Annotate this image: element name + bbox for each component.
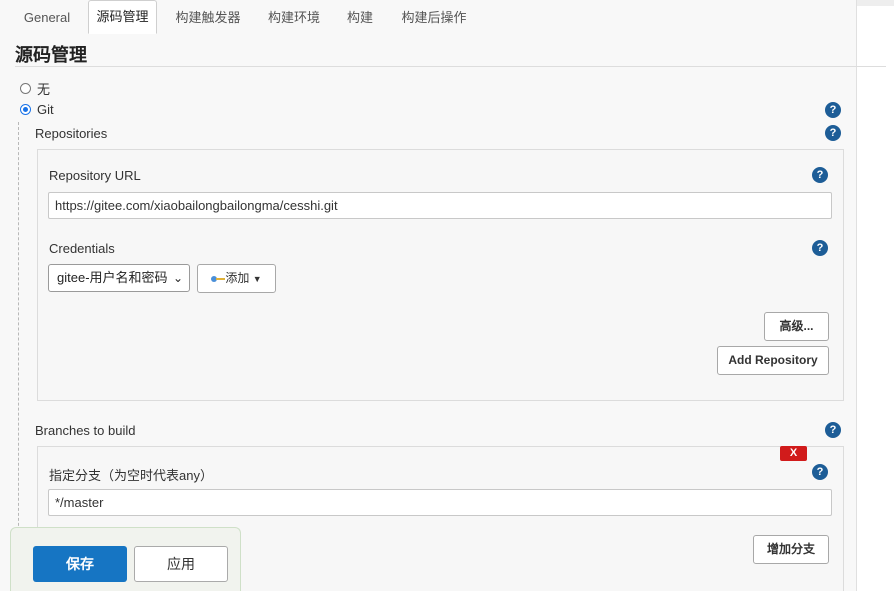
repositories-label: Repositories (35, 126, 108, 141)
add-credentials-label: 添加 (225, 271, 250, 285)
help-icon[interactable]: ? (812, 240, 828, 256)
delete-branch-button[interactable]: X (780, 446, 807, 461)
add-credentials-button[interactable]: 添加 ▼ (197, 264, 276, 293)
tab-post-build[interactable]: 构建后操作 (392, 2, 476, 34)
key-icon (211, 275, 226, 283)
add-repository-button[interactable]: Add Repository (717, 346, 829, 375)
apply-button[interactable]: 应用 (134, 546, 228, 582)
top-strip (857, 0, 894, 6)
scm-option-none[interactable]: 无 (20, 79, 50, 98)
help-icon[interactable]: ? (825, 422, 841, 438)
tab-general[interactable]: General (14, 2, 80, 34)
help-icon[interactable]: ? (812, 464, 828, 480)
help-icon[interactable]: ? (812, 167, 828, 183)
branch-specifier-label: 指定分支（为空时代表any） (49, 468, 213, 483)
tab-build[interactable]: 构建 (338, 2, 382, 34)
help-icon[interactable]: ? (825, 125, 841, 141)
radio-git-label: Git (37, 102, 54, 117)
radio-git[interactable] (20, 104, 31, 115)
repository-url-label: Repository URL (49, 168, 141, 183)
page-title: 源码管理 (15, 45, 87, 65)
advanced-button[interactable]: 高级... (764, 312, 829, 341)
add-branch-button[interactable]: 增加分支 (753, 535, 829, 564)
repository-url-input[interactable]: https://gitee.com/xiaobailongbailongma/c… (48, 192, 832, 219)
credentials-selected: gitee-用户名和密码 (57, 270, 168, 285)
credentials-select[interactable]: gitee-用户名和密码 ⌄ (48, 264, 190, 292)
help-icon[interactable]: ? (825, 102, 841, 118)
radio-none[interactable] (20, 83, 31, 94)
branches-label: Branches to build (35, 423, 136, 438)
git-section-indent (18, 122, 19, 591)
scm-option-git[interactable]: Git (20, 102, 54, 117)
credentials-label: Credentials (49, 241, 115, 256)
title-divider (15, 66, 886, 67)
chevron-down-icon: ⌄ (172, 271, 183, 285)
tab-build-env[interactable]: 构建环境 (258, 2, 330, 34)
caret-down-icon: ▼ (252, 274, 262, 284)
tab-build-triggers[interactable]: 构建触发器 (166, 2, 250, 34)
save-button[interactable]: 保存 (33, 546, 127, 582)
branch-specifier-input[interactable]: */master (48, 489, 832, 516)
tab-scm[interactable]: 源码管理 (88, 0, 157, 34)
radio-none-label: 无 (37, 82, 51, 97)
